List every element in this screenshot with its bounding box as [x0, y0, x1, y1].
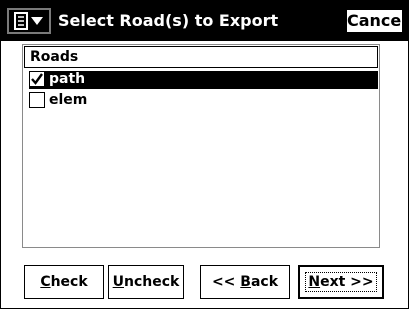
list-item-label: path: [49, 71, 86, 87]
list-item[interactable]: elem: [29, 92, 378, 110]
next-hotkey: N: [308, 274, 321, 290]
window-menu-button[interactable]: [7, 8, 51, 34]
next-label: ext >>: [320, 274, 374, 290]
check-label: heck: [50, 274, 88, 290]
back-label: ack: [250, 274, 279, 290]
export-dialog: Select Road(s) to Export Cancel Roads pa…: [0, 0, 409, 309]
check-hotkey: C: [40, 274, 51, 290]
back-hotkey: B: [240, 274, 251, 290]
back-prefix: <<: [211, 274, 241, 290]
list-item-label: elem: [49, 92, 88, 108]
list-header[interactable]: Roads: [24, 46, 378, 68]
uncheck-label: ncheck: [124, 274, 180, 290]
list-menu-icon: [7, 8, 51, 34]
cancel-button[interactable]: Cancel: [346, 9, 407, 33]
row-checkbox[interactable]: [29, 71, 45, 87]
uncheck-button[interactable]: Uncheck: [108, 265, 184, 299]
uncheck-hotkey: U: [112, 274, 125, 290]
back-button[interactable]: << Back: [200, 265, 290, 299]
title-bar: Select Road(s) to Export Cancel: [1, 1, 408, 41]
check-button[interactable]: Check: [24, 265, 104, 299]
list-item[interactable]: path: [29, 71, 378, 89]
roads-list[interactable]: Roads path elem: [22, 44, 380, 248]
row-checkbox[interactable]: [29, 92, 45, 108]
next-button[interactable]: Next >>: [298, 265, 384, 299]
column-header-roads: Roads: [30, 49, 79, 65]
checkmark-icon: [31, 73, 43, 85]
window-title: Select Road(s) to Export: [58, 11, 279, 30]
